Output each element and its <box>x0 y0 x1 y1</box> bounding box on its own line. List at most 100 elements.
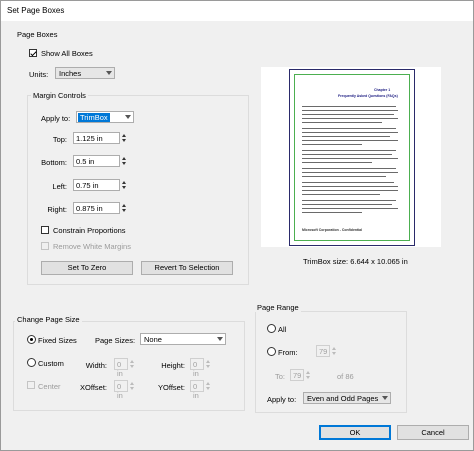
arrow-down-icon <box>306 376 310 379</box>
preview-text-line <box>302 158 398 159</box>
bottom-label: Bottom: <box>41 158 67 167</box>
xoffset-label: XOffset: <box>80 383 107 392</box>
from-label: From: <box>278 348 298 357</box>
arrow-up-icon <box>130 382 134 385</box>
arrow-down-icon <box>122 209 126 212</box>
preview-text-line <box>302 144 362 145</box>
chevron-down-icon <box>217 337 223 341</box>
height-label: Height: <box>161 361 185 370</box>
height-input[interactable]: 0 in <box>190 358 204 378</box>
arrow-down-icon <box>122 139 126 142</box>
range-apply-to-select[interactable]: Even and Odd Pages <box>303 392 391 404</box>
page-range-label: Page Range <box>255 303 301 312</box>
page-boxes-group-label: Page Boxes <box>15 30 60 39</box>
constrain-proportions-label: Constrain Proportions <box>53 226 126 235</box>
to-label: To: <box>275 372 286 381</box>
arrow-down-icon <box>122 162 126 165</box>
apply-to-label: Apply to: <box>41 114 71 123</box>
xoffset-input[interactable]: 0 in <box>114 380 128 400</box>
from-radio[interactable] <box>267 347 276 356</box>
arrow-up-icon <box>122 134 126 137</box>
remove-white-margins-label: Remove White Margins <box>53 242 131 251</box>
arrow-down-icon <box>332 352 336 355</box>
yoffset-input[interactable]: 0 in <box>190 380 204 400</box>
chevron-down-icon <box>382 396 388 400</box>
units-label: Units: <box>29 70 49 79</box>
to-page-input[interactable]: 79 <box>290 369 304 381</box>
all-pages-label: All <box>278 325 287 334</box>
fixed-sizes-radio[interactable] <box>27 335 36 344</box>
arrow-up-icon <box>122 181 126 184</box>
bottom-margin-input[interactable]: 0.5 in <box>73 155 120 167</box>
cancel-button[interactable]: Cancel <box>397 425 469 440</box>
right-margin-input[interactable]: 0.875 in <box>73 202 120 214</box>
preview-text-line <box>302 204 392 205</box>
preview-text-line <box>302 128 396 129</box>
center-label: Center <box>38 382 61 391</box>
right-margin-stepper[interactable] <box>121 202 128 214</box>
change-page-size-label: Change Page Size <box>15 315 82 324</box>
preview-text-line <box>302 182 394 183</box>
yoffset-stepper[interactable] <box>205 380 212 392</box>
units-value: Inches <box>59 69 82 78</box>
height-stepper[interactable] <box>205 358 212 370</box>
width-input[interactable]: 0 in <box>114 358 128 378</box>
top-margin-stepper[interactable] <box>121 132 128 144</box>
preview-text-line <box>302 136 390 137</box>
arrow-up-icon <box>332 347 336 350</box>
range-apply-to-value: Even and Odd Pages <box>307 394 379 403</box>
remove-white-margins-checkbox[interactable] <box>41 242 49 250</box>
width-stepper[interactable] <box>129 358 136 370</box>
show-all-boxes-label: Show All Boxes <box>41 49 93 58</box>
preview-heading-text: Frequently Asked Questions (FAQs) <box>338 94 398 98</box>
from-page-stepper[interactable] <box>331 345 338 357</box>
arrow-down-icon <box>206 387 210 390</box>
units-select[interactable]: Inches <box>55 67 115 79</box>
page-sizes-select[interactable]: None <box>140 333 226 345</box>
left-margin-stepper[interactable] <box>121 179 128 191</box>
title-bar: Set Page Boxes <box>1 1 473 21</box>
preview-text-line <box>302 118 398 119</box>
preview-text-line <box>302 150 396 151</box>
range-apply-to-label: Apply to: <box>267 395 297 404</box>
arrow-up-icon <box>306 371 310 374</box>
custom-radio[interactable] <box>27 358 36 367</box>
preview-text-line <box>302 132 398 133</box>
ok-button[interactable]: OK <box>319 425 391 440</box>
preview-text-line <box>302 186 398 187</box>
arrow-up-icon <box>122 204 126 207</box>
preview-text-line <box>302 114 394 115</box>
xoffset-stepper[interactable] <box>129 380 136 392</box>
set-to-zero-button[interactable]: Set To Zero <box>41 261 133 275</box>
top-label: Top: <box>52 135 67 144</box>
bottom-margin-stepper[interactable] <box>121 155 128 167</box>
right-label: Right: <box>47 205 67 214</box>
from-page-input[interactable]: 79 <box>316 345 330 357</box>
page-count-text: of 86 <box>337 372 354 381</box>
show-all-boxes-checkbox[interactable] <box>29 49 37 57</box>
preview-text-line <box>302 194 380 195</box>
arrow-up-icon <box>206 382 210 385</box>
left-margin-input[interactable]: 0.75 in <box>73 179 120 191</box>
preview-text-line <box>302 190 398 191</box>
set-page-boxes-dialog: Set Page Boxes Page Boxes Show All Boxes… <box>0 0 474 451</box>
constrain-proportions-checkbox[interactable] <box>41 226 49 234</box>
arrow-down-icon <box>122 186 126 189</box>
window-title: Set Page Boxes <box>7 6 65 15</box>
page-sizes-label: Page Sizes: <box>95 336 136 345</box>
to-page-stepper[interactable] <box>305 369 312 381</box>
arrow-up-icon <box>206 360 210 363</box>
preview-text-line <box>302 168 396 169</box>
preview-text-line <box>302 176 386 177</box>
margin-controls-label: Margin Controls <box>31 91 88 100</box>
preview-text-line <box>302 122 382 123</box>
top-margin-input[interactable]: 1.125 in <box>73 132 120 144</box>
left-label: Left: <box>52 182 67 191</box>
apply-to-select[interactable]: TrimBox <box>76 111 134 123</box>
preview-text-line <box>302 172 398 173</box>
all-pages-radio[interactable] <box>267 324 276 333</box>
page-thumbnail: Chapter 1 Frequently Asked Questions (FA… <box>289 69 415 246</box>
center-checkbox[interactable] <box>27 381 35 389</box>
arrow-up-icon <box>130 360 134 363</box>
revert-to-selection-button[interactable]: Revert To Selection <box>141 261 233 275</box>
